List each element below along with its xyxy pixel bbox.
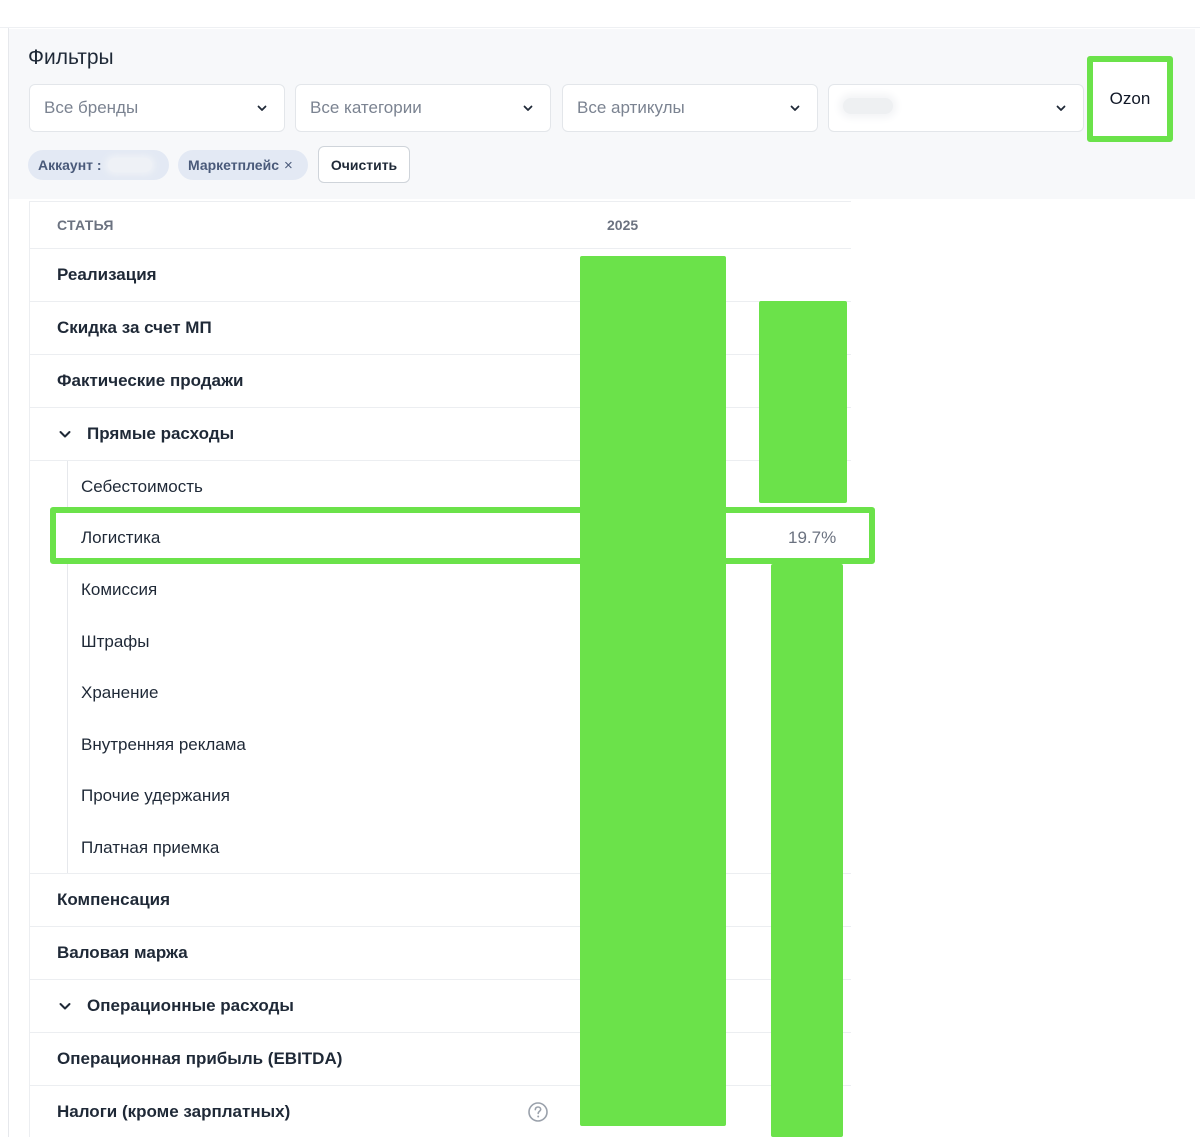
chevron-down-icon (257, 105, 267, 111)
brands-select-label: Все бренды (44, 98, 139, 117)
redacted-value (107, 158, 152, 172)
close-icon[interactable]: × (284, 157, 293, 174)
row-label: Платная приемка (81, 837, 220, 857)
chevron-down-icon (1056, 105, 1066, 111)
account-select[interactable] (828, 84, 1084, 132)
column-header-year: 2025 (607, 217, 639, 233)
table-row-other-deductions[interactable]: Прочие удержания (29, 770, 851, 822)
articles-select-label: Все артикулы (577, 98, 685, 117)
categories-select[interactable]: Все категории (295, 84, 551, 132)
row-label: Прочие удержания (81, 786, 230, 805)
row-label: Штрафы (81, 631, 150, 651)
table-header: СТАТЬЯ 2025 (29, 201, 851, 249)
brands-select[interactable]: Все бренды (29, 84, 285, 132)
table-row-storage[interactable]: Хранение (29, 667, 851, 719)
redaction-overlay-share-top (759, 301, 847, 503)
row-label: Внутренняя реклама (81, 734, 246, 754)
logistics-share-value: 19.7% (788, 528, 837, 547)
table-row-logistics[interactable] (50, 507, 875, 564)
row-label: Хранение (81, 683, 159, 702)
row-label: Валовая маржа (57, 943, 188, 962)
redaction-overlay-year-column (580, 256, 726, 1126)
table-row-fines[interactable]: Штрафы (29, 616, 851, 667)
redacted-value (843, 97, 893, 114)
row-label: Реализация (57, 265, 157, 284)
table-row-direct-costs[interactable]: Прямые расходы (29, 408, 851, 461)
row-label: Операционная прибыль (EBITDA) (57, 1049, 343, 1068)
table-row-gross-margin[interactable]: Валовая маржа (29, 927, 851, 980)
table-row-commission[interactable]: Комиссия (29, 564, 851, 616)
row-label: Себестоимость (81, 477, 203, 496)
articles-select[interactable]: Все артикулы (562, 84, 818, 132)
marketplace-chip[interactable]: Маркетплейс × (178, 150, 308, 180)
table-row-cost-price[interactable]: Себестоимость (29, 461, 851, 513)
table-row-actual-sales[interactable]: Фактические продажи (29, 355, 851, 408)
row-label: Логистика (81, 528, 161, 547)
marketplace-select-label: Ozon (1109, 89, 1151, 108)
row-label: Компенсация (57, 890, 171, 909)
row-label: Налоги (кроме зарплатных) (57, 1101, 291, 1121)
categories-select-label: Все категории (310, 98, 422, 117)
table-row-internal-ads[interactable]: Внутренняя реклама (29, 719, 851, 770)
redaction-overlay-share-bottom (771, 564, 843, 1137)
row-label: Скидка за счет МП (57, 318, 212, 337)
marketplace-select-ozon[interactable]: Ozon (1087, 56, 1173, 142)
table-row-paid-acceptance[interactable]: Платная приемка (29, 822, 851, 874)
table-row-operating-costs[interactable]: Операционные расходы (29, 980, 851, 1033)
table-row-mp-discount[interactable]: Скидка за счет МП (29, 302, 851, 355)
table-row-ebitda[interactable]: Операционная прибыль (EBITDA) (29, 1033, 851, 1086)
table-row-realization[interactable]: Реализация (29, 249, 851, 302)
chevron-down-icon[interactable] (57, 998, 73, 1014)
table-row-taxes[interactable]: Налоги (кроме зарплатных) (29, 1086, 851, 1137)
row-label: Комиссия (81, 580, 158, 599)
account-select-value (843, 97, 1055, 119)
row-label: Операционные расходы (87, 996, 294, 1015)
account-chip[interactable]: Аккаунт : (28, 150, 169, 180)
marketplace-chip-label: Маркетплейс (188, 157, 279, 173)
column-header-item: СТАТЬЯ (57, 217, 114, 233)
table-row-compensation[interactable]: Компенсация (29, 874, 851, 927)
clear-filters-button[interactable]: Очистить (318, 146, 410, 183)
question-circle-icon[interactable] (527, 1101, 549, 1123)
chevron-down-icon (523, 105, 533, 111)
chevron-down-icon (790, 105, 800, 111)
chevron-down-icon[interactable] (57, 426, 73, 442)
row-label: Фактические продажи (57, 371, 244, 390)
row-label: Прямые расходы (87, 424, 235, 443)
top-strip (0, 0, 1200, 28)
account-chip-label: Аккаунт : (38, 157, 102, 173)
filters-title: Фильтры (28, 46, 114, 69)
